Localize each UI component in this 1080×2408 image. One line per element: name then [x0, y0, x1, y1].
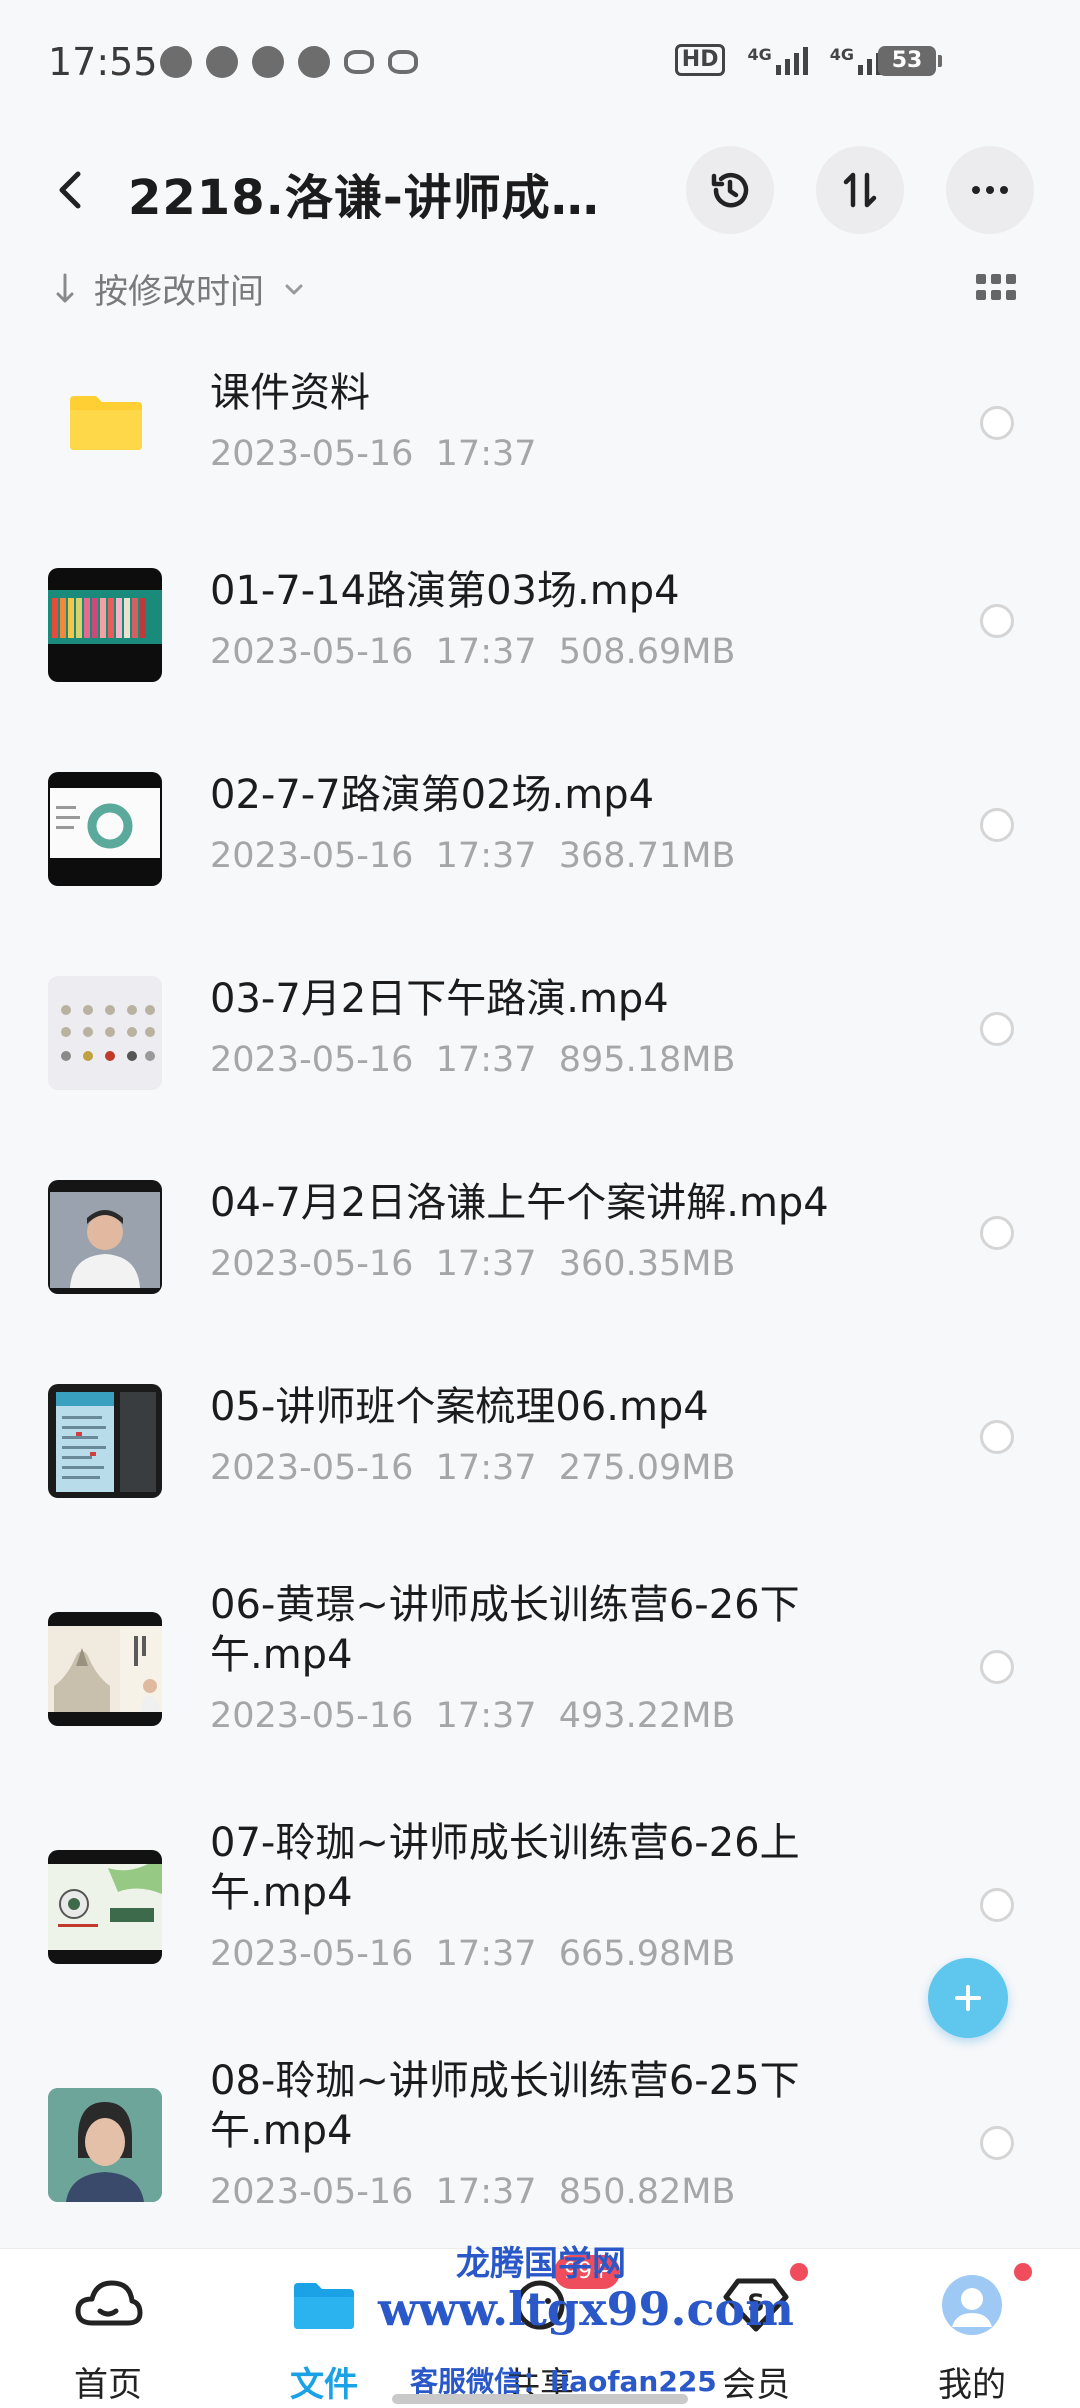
video-thumbnail: [48, 1384, 162, 1498]
file-name: 02-7-7路演第02场.mp4: [210, 772, 655, 818]
more-button[interactable]: [946, 146, 1034, 234]
sort-bar: 按修改时间: [0, 258, 1080, 318]
list-item[interactable]: 课件资料 2023-05-16 17:37: [0, 330, 1080, 520]
arrow-down-icon: [56, 273, 74, 302]
select-checkbox[interactable]: [980, 1888, 1014, 1922]
signal-icon: 4G: [747, 45, 808, 75]
watermark-url: www.ltgx99.com: [378, 2282, 794, 2336]
history-button[interactable]: [686, 146, 774, 234]
file-name: 01-7-14路演第03场.mp4: [210, 568, 680, 614]
folder-icon: [294, 2283, 354, 2329]
page-title: 2218.洛谦-讲师成…: [128, 170, 600, 226]
file-name: 06-黄璟~讲师成长训练营6-26下午.mp4: [210, 1582, 800, 1678]
video-thumbnail: [48, 772, 162, 886]
video-thumbnail: [48, 1850, 162, 1964]
sort-swap-icon: [843, 172, 877, 208]
history-icon: [711, 173, 749, 208]
list-item[interactable]: 08-聆珈~讲师成长训练营6-25下午.mp4 2023-05-16 17:37…: [0, 2022, 1080, 2258]
tab-label: 我的: [938, 2365, 1006, 2405]
list-item[interactable]: 04-7月2日洛谦上午个案讲解.mp4 2023-05-16 17:37 360…: [0, 1138, 1080, 1338]
tab-profile[interactable]: 我的: [882, 2249, 1062, 2408]
file-meta: 2023-05-16 17:37 508.69MB: [210, 632, 736, 672]
list-item[interactable]: 05-讲师班个案梳理06.mp4 2023-05-16 17:37 275.09…: [0, 1342, 1080, 1542]
message-icon: [298, 46, 330, 78]
clock: 17:55: [48, 40, 158, 84]
file-name: 05-讲师班个案梳理06.mp4: [210, 1384, 709, 1430]
hd-indicator: HD: [674, 44, 726, 76]
wechat-icon: [160, 46, 192, 78]
file-name: 03-7月2日下午路演.mp4: [210, 976, 669, 1022]
file-meta: 2023-05-16 17:37 850.82MB: [210, 2172, 736, 2212]
list-item[interactable]: 01-7-14路演第03场.mp4 2023-05-16 17:37 508.6…: [0, 526, 1080, 726]
file-name: 07-聆珈~讲师成长训练营6-26上午.mp4: [210, 1820, 800, 1916]
sort-label: 按修改时间: [94, 272, 264, 312]
folder-icon: [48, 360, 162, 474]
back-button[interactable]: [44, 162, 100, 218]
video-thumbnail: [48, 976, 162, 1090]
list-item[interactable]: 06-黄璟~讲师成长训练营6-26下午.mp4 2023-05-16 17:37…: [0, 1546, 1080, 1782]
file-meta: 2023-05-16 17:37 368.71MB: [210, 836, 736, 876]
cloud-home-icon: [75, 2280, 143, 2326]
notification-icons: [160, 46, 418, 78]
compass-icon: [252, 46, 284, 78]
battery-level: 53: [878, 46, 942, 76]
home-indicator: [392, 2394, 688, 2404]
chevron-left-icon: [59, 171, 81, 209]
file-meta: 2023-05-16 17:37 665.98MB: [210, 1934, 736, 1974]
more-icon: [972, 186, 1008, 194]
file-name: 04-7月2日洛谦上午个案讲解.mp4: [210, 1180, 829, 1226]
video-thumbnail: [48, 2088, 162, 2202]
select-checkbox[interactable]: [980, 406, 1014, 440]
file-meta: 2023-05-16 17:37 360.35MB: [210, 1244, 736, 1284]
video-thumbnail: [48, 1180, 162, 1294]
select-checkbox[interactable]: [980, 604, 1014, 638]
watermark-title: 龙腾国学网: [456, 2244, 626, 2284]
file-name: 课件资料: [210, 370, 370, 416]
select-checkbox[interactable]: [980, 2126, 1014, 2160]
file-name: 08-聆珈~讲师成长训练营6-25下午.mp4: [210, 2058, 800, 2154]
app-notification-icon: [206, 46, 238, 78]
file-meta: 2023-05-16 17:37 275.09MB: [210, 1448, 736, 1488]
grid-view-icon[interactable]: [976, 274, 1016, 302]
video-thumbnail: [48, 1612, 162, 1726]
file-meta: 2023-05-16 17:37: [210, 434, 537, 474]
list-item[interactable]: 02-7-7路演第02场.mp4 2023-05-16 17:37 368.71…: [0, 730, 1080, 930]
top-app-bar: 2218.洛谦-讲师成…: [0, 140, 1080, 240]
link-icon: [388, 50, 418, 74]
chevron-down-icon: [285, 284, 303, 294]
select-checkbox[interactable]: [980, 808, 1014, 842]
tab-label: 文件: [290, 2365, 358, 2405]
notification-dot: [1014, 2263, 1032, 2281]
link-icon: [344, 50, 374, 74]
video-thumbnail: [48, 568, 162, 682]
file-meta: 2023-05-16 17:37 895.18MB: [210, 1040, 736, 1080]
plus-icon: [955, 1985, 981, 2011]
list-item[interactable]: 03-7月2日下午路演.mp4 2023-05-16 17:37 895.18M…: [0, 934, 1080, 1134]
list-item[interactable]: 07-聆珈~讲师成长训练营6-26上午.mp4 2023-05-16 17:37…: [0, 1784, 1080, 2020]
status-bar: 17:55 HD 4G 4G 53: [0, 0, 1080, 130]
tab-home[interactable]: 首页: [18, 2249, 198, 2408]
select-checkbox[interactable]: [980, 1216, 1014, 1250]
notification-dot: [790, 2263, 808, 2281]
select-checkbox[interactable]: [980, 1650, 1014, 1684]
file-meta: 2023-05-16 17:37 493.22MB: [210, 1696, 736, 1736]
select-checkbox[interactable]: [980, 1420, 1014, 1454]
tab-label: 首页: [74, 2365, 142, 2405]
add-button[interactable]: [928, 1958, 1008, 2038]
select-checkbox[interactable]: [980, 1012, 1014, 1046]
network-indicators: HD 4G 4G: [674, 44, 890, 76]
battery-icon: 53: [878, 46, 942, 76]
sort-button[interactable]: [816, 146, 904, 234]
avatar-icon: [942, 2275, 1002, 2335]
sort-selector[interactable]: 按修改时间: [54, 264, 306, 313]
